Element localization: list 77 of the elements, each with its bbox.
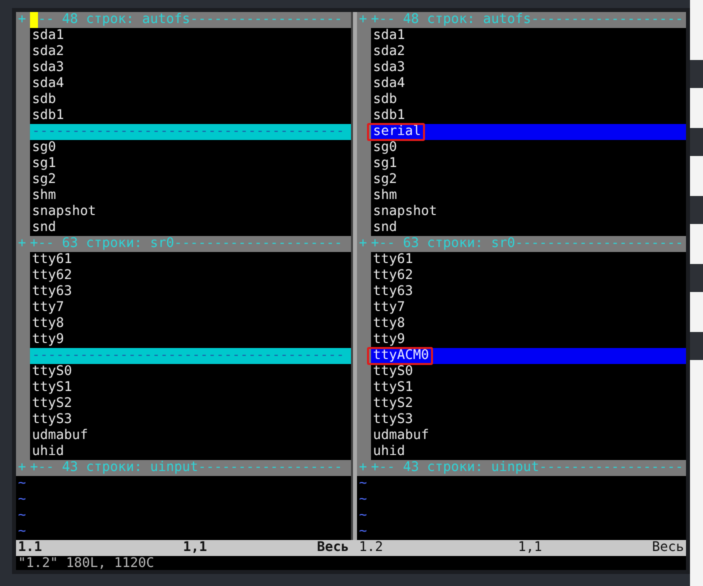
code-line: tty9 <box>372 332 406 348</box>
code-line: sda4 <box>372 76 406 92</box>
code-line: ttyS2 <box>31 396 74 412</box>
cursor-position: 1,1 <box>518 540 542 556</box>
command-line: "1.2" 180L, 1120C <box>17 556 156 572</box>
fold-sign: + <box>17 12 28 28</box>
added-text: serial <box>372 124 422 139</box>
empty-line-tilde: ~ <box>358 492 367 508</box>
code-line: udmabuf <box>31 428 90 444</box>
code-line: tty61 <box>372 252 414 268</box>
code-line: sda1 <box>372 28 406 44</box>
fold-text: +-- 48 строк: autofs------------------- <box>370 12 684 28</box>
code-line: tty7 <box>31 300 66 316</box>
code-line: udmabuf <box>372 428 430 444</box>
scroll-position: Весь <box>652 540 684 556</box>
code-line: tty61 <box>31 252 74 268</box>
empty-line-tilde: ~ <box>17 492 26 508</box>
code-line: sdb <box>31 92 58 108</box>
fold-sign: + <box>17 460 28 476</box>
code-line: snapshot <box>372 204 438 220</box>
code-line: uhid <box>31 444 66 460</box>
code-line: sg0 <box>372 140 398 156</box>
fold-sign: + <box>358 460 368 476</box>
code-line: sdb1 <box>31 108 66 124</box>
code-line: ttyS1 <box>372 380 414 396</box>
file-name: 1.1 <box>18 540 42 556</box>
fold-text: +-- 43 строки: uinput------------------ <box>30 460 342 476</box>
fold-sign: + <box>358 236 368 252</box>
empty-line-tilde: ~ <box>17 508 26 524</box>
code-line: sda1 <box>31 28 66 44</box>
code-line: tty9 <box>31 332 66 348</box>
code-line: tty8 <box>31 316 66 332</box>
fold-sign: + <box>358 12 368 28</box>
empty-line-tilde: ~ <box>17 476 26 492</box>
fold-text: +-- 63 строки: sr0--------------------- <box>370 236 684 252</box>
empty-line-tilde: ~ <box>358 476 367 492</box>
empty-line-tilde: ~ <box>17 524 26 540</box>
code-line: sdb <box>372 92 398 108</box>
code-line: snd <box>31 220 58 236</box>
code-line: ttyS0 <box>31 364 74 380</box>
fold-text: +-- 63 строки: sr0--------------------- <box>30 236 342 252</box>
code-line: tty63 <box>31 284 74 300</box>
code-line: uhid <box>372 444 406 460</box>
fold-text: +-- 43 строки: uinput------------------ <box>370 460 684 476</box>
code-line: sg0 <box>31 140 58 156</box>
code-line: ttyS3 <box>31 412 74 428</box>
code-line: sda4 <box>31 76 66 92</box>
code-line: tty63 <box>372 284 414 300</box>
fold-text: -- 48 строк: autofs------------------- <box>38 12 342 28</box>
cursor-position: 1,1 <box>182 540 207 556</box>
empty-line-tilde: ~ <box>358 508 367 524</box>
code-line: ttyS2 <box>372 396 414 412</box>
code-line: tty62 <box>372 268 414 284</box>
empty-line-tilde: ~ <box>358 524 367 540</box>
code-line: ttyS1 <box>31 380 74 396</box>
code-line: sg2 <box>31 172 58 188</box>
code-line: tty62 <box>31 268 74 284</box>
code-line: tty7 <box>372 300 406 316</box>
code-line: sda2 <box>31 44 66 60</box>
code-line: ttyS3 <box>372 412 414 428</box>
code-line: snapshot <box>31 204 98 220</box>
code-line: tty8 <box>372 316 406 332</box>
code-line: sg1 <box>31 156 58 172</box>
code-line: sg2 <box>372 172 398 188</box>
fold-sign: + <box>17 236 28 252</box>
code-line: ttyS0 <box>372 364 414 380</box>
code-line: sg1 <box>372 156 398 172</box>
code-line: shm <box>372 188 398 204</box>
code-line: snd <box>372 220 398 236</box>
code-line: shm <box>31 188 58 204</box>
code-line: sda3 <box>31 60 66 76</box>
added-text: ttyACM0 <box>372 348 430 363</box>
code-line: sda2 <box>372 44 406 60</box>
scroll-position: Весь <box>316 540 349 556</box>
code-line: sdb1 <box>372 108 406 124</box>
file-name: 1.2 <box>358 540 384 556</box>
code-line: sda3 <box>372 60 406 76</box>
